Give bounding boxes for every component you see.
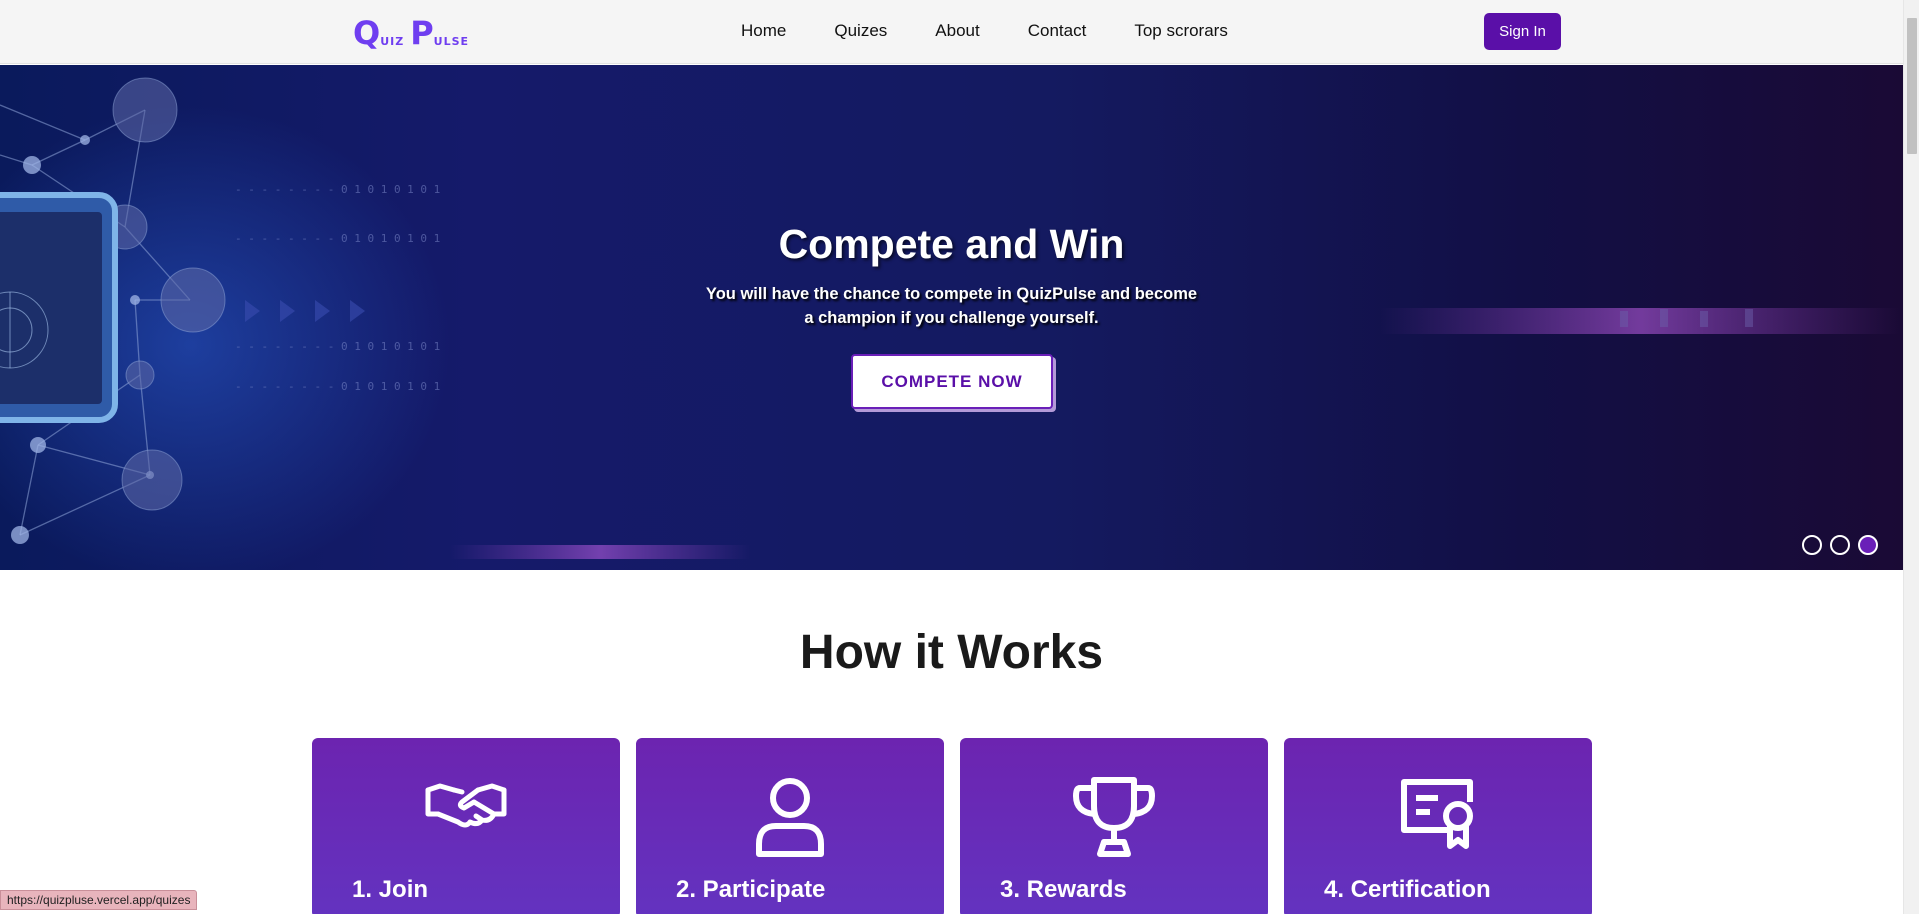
nav-links: Home Quizes About Contact Top scrorars [741,20,1228,42]
compete-now-button[interactable]: COMPETE NOW [851,354,1053,409]
hero-subtitle: You will have the chance to compete in Q… [705,285,1198,327]
user-icon [636,776,944,858]
logo-letter-p: P [410,14,434,52]
how-it-works-title: How it Works [799,626,1104,679]
navbar: Q UIZ P ULSE Home Quizes About Contact T… [0,0,1903,64]
certificate-icon [1284,776,1592,852]
card-label: 1. Join [352,876,429,903]
card-label: 3. Rewards [1000,876,1127,903]
logo-text-uiz: UIZ [380,35,405,48]
carousel-dot-1[interactable] [1802,535,1822,555]
card-label: 2. Participate [676,876,826,903]
svg-text:- - - - - - - - 0 1 0 1 0 1 0: - - - - - - - - 0 1 0 1 0 1 0 1 [235,183,440,196]
nav-link-contact[interactable]: Contact [1028,20,1087,42]
card-label: 4. Certification [1324,876,1491,903]
vertical-scrollbar[interactable] [1903,0,1919,914]
card-participate[interactable]: 2. Participate [636,738,944,914]
quizpulse-logo[interactable]: Q UIZ P ULSE [353,14,470,52]
hero-title: Compete and Win [778,221,1125,267]
logo-text-ulse: ULSE [433,35,470,48]
card-certification[interactable]: 4. Certification [1284,738,1592,914]
nav-link-quizes[interactable]: Quizes [834,20,887,42]
svg-text:- - - - - - - - 0 1 0 1 0 1 0: - - - - - - - - 0 1 0 1 0 1 0 1 [235,380,440,393]
sign-in-button[interactable]: Sign In [1484,13,1561,50]
card-rewards[interactable]: 3. Rewards [960,738,1268,914]
carousel-dot-3[interactable] [1858,535,1878,555]
card-join[interactable]: 1. Join [312,738,620,914]
hero-carousel: - - - - - - - - 0 1 0 1 0 1 0 1 - - - - … [0,65,1903,570]
handshake-icon [312,776,620,832]
logo-letter-q: Q [353,14,381,52]
nav-link-about[interactable]: About [935,20,979,42]
carousel-dot-2[interactable] [1830,535,1850,555]
carousel-indicators [1802,535,1886,555]
link-status-url: https://quizpluse.vercel.app/quizes [0,890,198,910]
svg-text:- - - - - - - - 0 1 0 1 0 1 0: - - - - - - - - 0 1 0 1 0 1 0 1 [235,340,440,353]
scrollbar-thumb[interactable] [1907,18,1917,154]
nav-link-top-scorers[interactable]: Top scrorars [1134,20,1228,42]
trophy-icon [960,776,1268,858]
nav-link-home[interactable]: Home [741,20,786,42]
